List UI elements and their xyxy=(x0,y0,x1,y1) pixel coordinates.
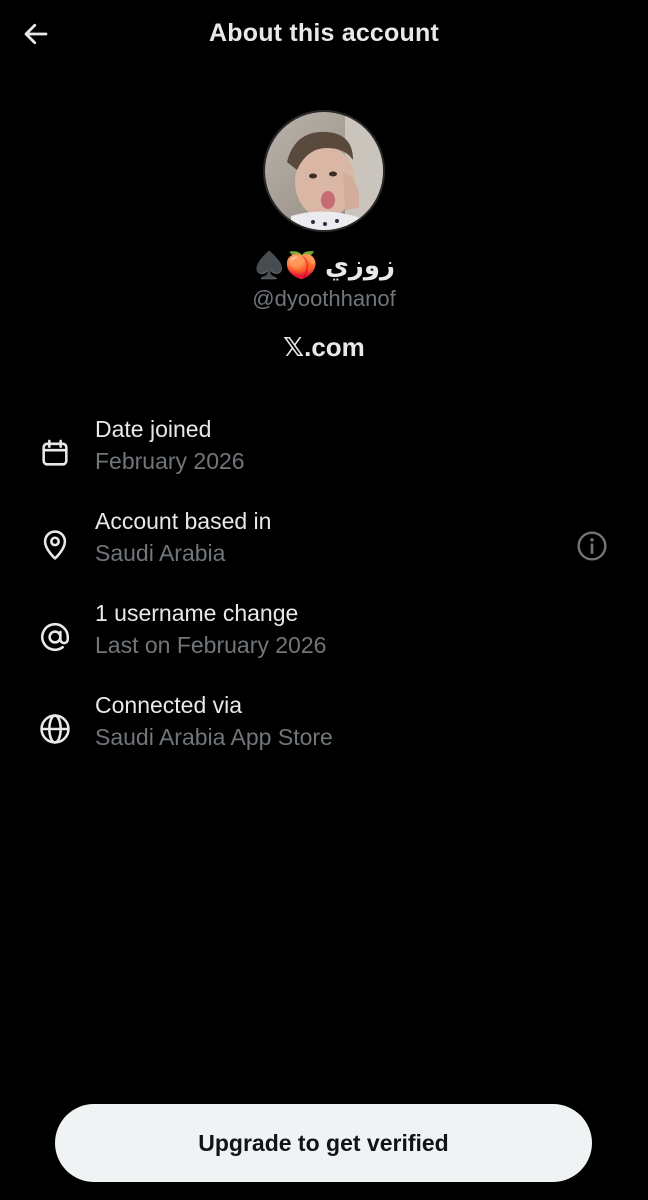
detail-label: Connected via xyxy=(95,692,243,718)
username-handle: @dyoothhanof xyxy=(252,286,396,311)
calendar-icon xyxy=(42,439,68,466)
globe-icon xyxy=(40,714,70,744)
detail-value: Saudi Arabia App Store xyxy=(95,724,333,750)
at-sign-icon xyxy=(41,622,70,652)
top-bar: About this account xyxy=(0,0,648,70)
detail-label: Account based in xyxy=(95,508,272,534)
detail-row-username-changes: 1 username change Last on February 2026 xyxy=(0,600,648,672)
detail-value: Saudi Arabia xyxy=(95,540,226,566)
page-title: About this account xyxy=(209,19,439,47)
avatar[interactable] xyxy=(263,110,385,232)
detail-value: Last on February 2026 xyxy=(95,632,327,658)
domain-label: 𝕏.com xyxy=(283,332,365,362)
location-pin-icon xyxy=(43,530,67,560)
display-name: زوزي 🍑♠️ xyxy=(253,250,395,280)
detail-label: Date joined xyxy=(95,416,212,442)
profile-photo xyxy=(265,112,383,230)
detail-row-date-joined: Date joined February 2026 xyxy=(0,416,648,488)
detail-row-connected-via: Connected via Saudi Arabia App Store xyxy=(0,692,648,764)
detail-label: 1 username change xyxy=(95,600,299,626)
info-icon[interactable] xyxy=(576,530,608,562)
upgrade-verified-button[interactable]: Upgrade to get verified xyxy=(55,1104,592,1182)
detail-value: February 2026 xyxy=(95,448,245,474)
detail-row-account-based-in: Account based in Saudi Arabia xyxy=(0,508,648,580)
